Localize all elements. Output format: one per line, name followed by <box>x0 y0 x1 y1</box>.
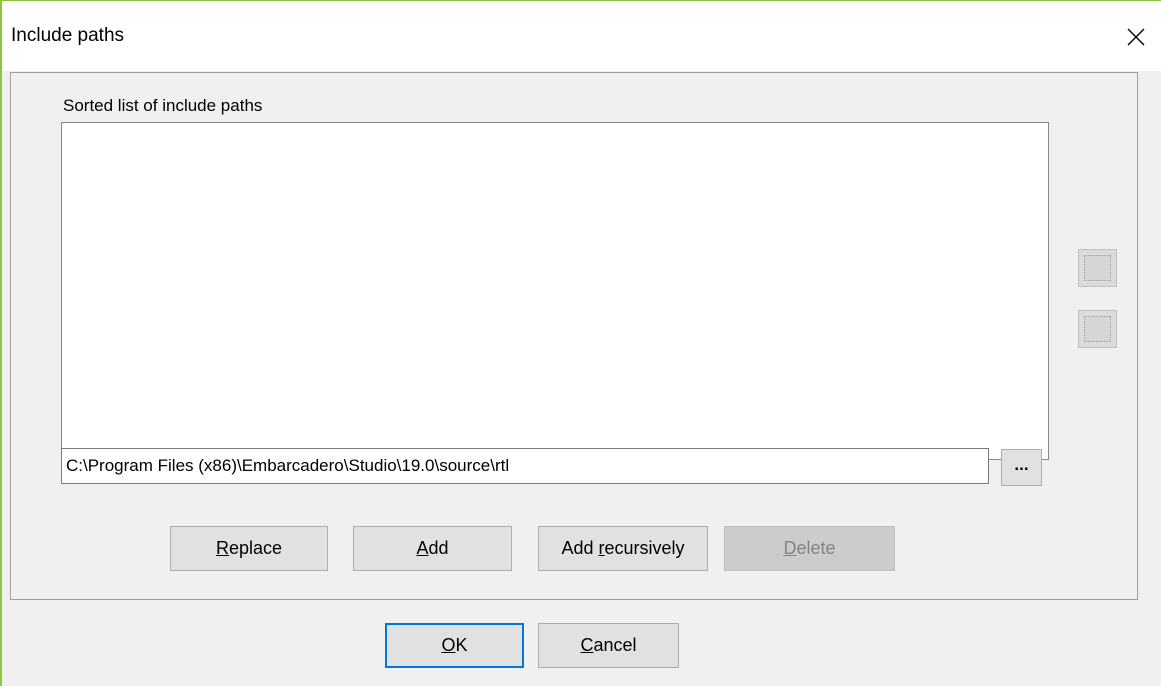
add-button[interactable]: Add <box>353 526 512 571</box>
replace-label: eplace <box>228 538 283 558</box>
delete-button[interactable]: Delete <box>724 526 895 571</box>
close-icon <box>1127 28 1145 46</box>
delete-label: elete <box>796 538 836 558</box>
group-label: Sorted list of include paths <box>63 96 263 115</box>
replace-button[interactable]: Replace <box>170 526 328 571</box>
close-button[interactable] <box>1114 15 1158 59</box>
cancel-button[interactable]: Cancel <box>538 623 679 668</box>
window-title: Include paths <box>11 25 125 46</box>
include-paths-dialog: Include paths Sorted list of include pat… <box>0 0 1161 686</box>
delete-mnemonic: D <box>783 538 797 558</box>
cancel-mnemonic: C <box>580 635 594 655</box>
move-up-button[interactable] <box>1078 249 1117 287</box>
add-recursively-label: ecursively <box>604 538 685 558</box>
path-input[interactable] <box>61 448 989 484</box>
browse-button[interactable]: ... <box>1001 449 1042 486</box>
add-recursively-prefix: Add <box>561 538 599 558</box>
move-up-icon <box>1084 255 1111 281</box>
add-recursively-button[interactable]: Add r ecursively <box>538 526 708 571</box>
include-paths-list[interactable] <box>61 122 1049 460</box>
cancel-label: ancel <box>593 635 637 655</box>
title-bar: Include paths <box>2 1 1161 71</box>
ok-mnemonic: O <box>441 635 456 655</box>
replace-mnemonic: R <box>215 538 229 558</box>
ok-button[interactable]: OK <box>385 623 524 668</box>
ok-label: K <box>455 635 468 655</box>
add-mnemonic: A <box>416 538 429 558</box>
move-down-icon <box>1084 316 1111 342</box>
move-down-button[interactable] <box>1078 310 1117 348</box>
window-accent-left <box>0 0 2 686</box>
add-label: dd <box>428 538 449 558</box>
